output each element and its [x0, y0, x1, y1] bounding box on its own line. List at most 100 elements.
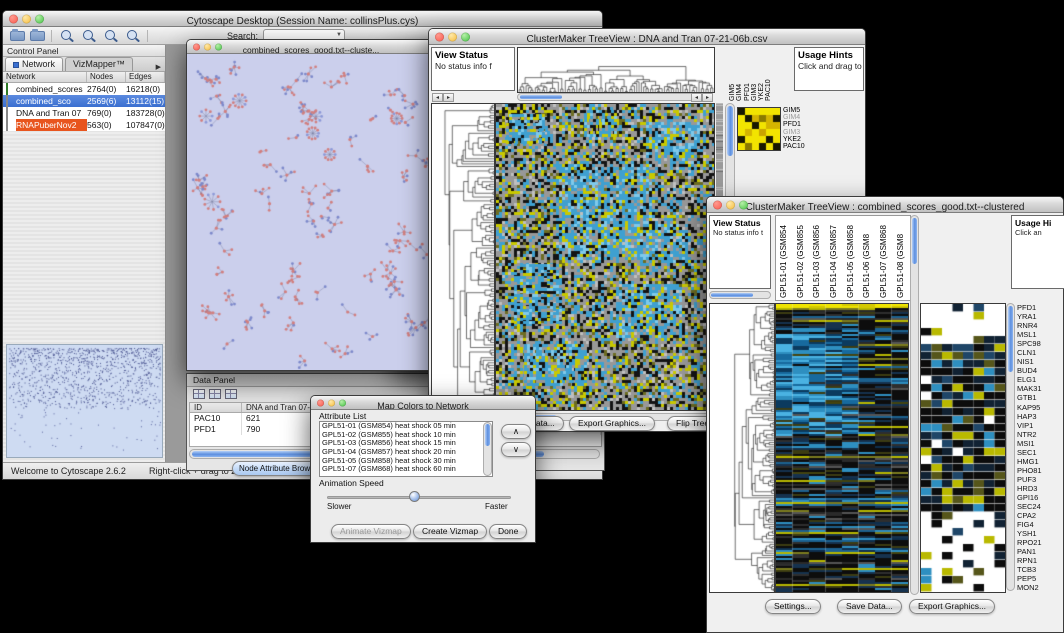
gene-label[interactable]: GTB1	[1017, 393, 1042, 402]
gene-label[interactable]: GIM4	[783, 114, 805, 121]
gene-label[interactable]: HMG1	[1017, 457, 1042, 466]
gene-label[interactable]: VIP1	[1017, 421, 1042, 430]
titlebar[interactable]: Map Colors to Network	[311, 396, 535, 410]
gene-label[interactable]: ELG1	[1017, 375, 1042, 384]
gene-label[interactable]: RNR4	[1017, 321, 1042, 330]
col-edges[interactable]: Edges	[126, 72, 165, 82]
scroll-left-icon[interactable]: ◂	[691, 93, 702, 102]
column-dendrogram[interactable]	[517, 47, 715, 93]
treeview-combined-window[interactable]: ClusterMaker TreeView : combined_scores_…	[706, 196, 1064, 633]
column-label[interactable]: GPL51-01 (GSM854	[776, 216, 793, 300]
save-session-icon[interactable]	[30, 31, 45, 41]
map-colors-dialog[interactable]: Map Colors to Network Attribute List GPL…	[310, 395, 536, 543]
minimize-button[interactable]	[328, 399, 335, 406]
vertical-scrollbar[interactable]	[910, 215, 919, 595]
gene-label[interactable]: FIG4	[1017, 520, 1042, 529]
gene-label[interactable]: GPI16	[1017, 493, 1042, 502]
save-data-button[interactable]: Save Data...	[837, 599, 902, 614]
scroll-right-icon[interactable]: ▸	[702, 93, 713, 102]
attribute-list[interactable]: GPL51-01 (GSM854) heat shock 05 minGPL51…	[319, 421, 493, 477]
export-graphics-button[interactable]: Export Graphics...	[909, 599, 995, 614]
gene-label[interactable]: HRD3	[1017, 484, 1042, 493]
network-view-window[interactable]: combined_scores_good.txt--cluste...	[186, 39, 436, 371]
gene-label[interactable]: CPA2	[1017, 511, 1042, 520]
heatmap-global[interactable]	[495, 103, 715, 411]
gene-label[interactable]: NIS1	[1017, 357, 1042, 366]
pane-scroll-control[interactable]: ◂ ▸	[691, 93, 713, 102]
zoom-vertical-scrollbar[interactable]	[1006, 303, 1015, 591]
scroll-thumb[interactable]	[485, 424, 490, 446]
create-vizmap-button[interactable]: Create Vizmap	[413, 524, 487, 539]
dropdown-arrow-icon[interactable]: ▼	[336, 32, 342, 38]
gene-label[interactable]: BUD4	[1017, 366, 1042, 375]
move-up-button[interactable]: ∧	[501, 424, 531, 439]
gene-label[interactable]: PEP5	[1017, 574, 1042, 583]
column-label[interactable]: GPL51-08 (GSM8	[893, 216, 910, 300]
close-button[interactable]	[317, 399, 324, 406]
birdseye-overview[interactable]	[6, 344, 163, 458]
column-label[interactable]: GPL51-06 (GSM8	[859, 216, 876, 300]
gene-label[interactable]: MAK31	[1017, 384, 1042, 393]
heatmap-zoom[interactable]	[920, 303, 1006, 593]
close-button[interactable]	[9, 14, 18, 23]
scroll-thumb[interactable]	[1008, 306, 1013, 372]
titlebar[interactable]: ClusterMaker TreeView : DNA and Tran 07-…	[429, 29, 865, 45]
zoom-selected-icon[interactable]	[103, 29, 117, 43]
heatmap-global[interactable]	[775, 303, 909, 593]
list-scrollbar[interactable]	[483, 422, 492, 476]
attribute-list-item[interactable]: GPL51-07 (GSM868) heat shock 60 min	[320, 465, 492, 474]
speed-slider-thumb[interactable]	[409, 491, 420, 502]
titlebar[interactable]: combined_scores_good.txt--cluste...	[187, 40, 435, 54]
network-canvas[interactable]	[187, 54, 435, 370]
column-label[interactable]: GPL51-05 (GSM858	[843, 216, 860, 300]
zoom-button[interactable]	[461, 32, 470, 41]
column-label[interactable]: GPL51-03 (GSM856	[809, 216, 826, 300]
zoom-fit-icon[interactable]	[125, 29, 139, 43]
col-id[interactable]: ID	[190, 403, 242, 412]
titlebar[interactable]: Cytoscape Desktop (Session Name: collins…	[3, 11, 602, 27]
scroll-thumb[interactable]	[912, 218, 917, 264]
tab-overflow-arrow[interactable]: ▶	[152, 63, 165, 71]
scroll-thumb[interactable]	[520, 95, 562, 99]
gene-label[interactable]: GIM3	[783, 129, 805, 136]
gene-label[interactable]: PAN1	[1017, 547, 1042, 556]
animate-vizmap-button[interactable]: Animate Vizmap	[331, 524, 411, 539]
network-row[interactable]: DNA and Tran 07 769(0) 183728(0)	[3, 107, 165, 119]
gene-label[interactable]: PFD1	[783, 121, 805, 128]
gene-label[interactable]: PUF3	[1017, 475, 1042, 484]
gene-label[interactable]: HAP3	[1017, 412, 1042, 421]
zoom-button[interactable]	[35, 14, 44, 23]
minimize-button[interactable]	[22, 14, 31, 23]
gene-label[interactable]: YSH1	[1017, 529, 1042, 538]
minimize-button[interactable]	[204, 43, 211, 50]
move-down-button[interactable]: ∨	[501, 442, 531, 457]
gene-label[interactable]: SEC24	[1017, 502, 1042, 511]
column-label[interactable]: GPL51-02 (GSM855	[793, 216, 810, 300]
dendrogram-hscrollbar[interactable]	[517, 93, 713, 101]
gene-label[interactable]: PAC10	[783, 143, 805, 150]
zoom-button[interactable]	[739, 200, 748, 209]
scroll-thumb[interactable]	[727, 106, 733, 156]
attribute-select-icon[interactable]	[193, 389, 205, 399]
gene-label[interactable]: RPO21	[1017, 538, 1042, 547]
titlebar[interactable]: ClusterMaker TreeView : combined_scores_…	[707, 197, 1063, 213]
col-network[interactable]: Network	[3, 72, 87, 82]
close-button[interactable]	[435, 32, 444, 41]
gene-label[interactable]: YKE2	[783, 136, 805, 143]
zoom-button[interactable]	[215, 43, 222, 50]
done-button[interactable]: Done	[489, 524, 527, 539]
gene-label[interactable]: SEC1	[1017, 448, 1042, 457]
zoom-heatmap-matrix[interactable]	[737, 107, 781, 151]
gene-label[interactable]: GIM5	[783, 107, 805, 114]
scroll-left-icon[interactable]: ◂	[432, 93, 443, 102]
settings-button[interactable]: Settings...	[765, 599, 821, 614]
gene-label[interactable]: CLN1	[1017, 348, 1042, 357]
row-dendrogram[interactable]	[709, 303, 775, 593]
gene-label[interactable]: RPN1	[1017, 556, 1042, 565]
close-button[interactable]	[193, 43, 200, 50]
column-label[interactable]: GPL51-04 (GSM857	[826, 216, 843, 300]
minimize-button[interactable]	[726, 200, 735, 209]
scroll-thumb[interactable]	[711, 293, 753, 297]
gene-label[interactable]: MSL1	[1017, 330, 1042, 339]
attribute-delete-icon[interactable]	[225, 389, 237, 399]
